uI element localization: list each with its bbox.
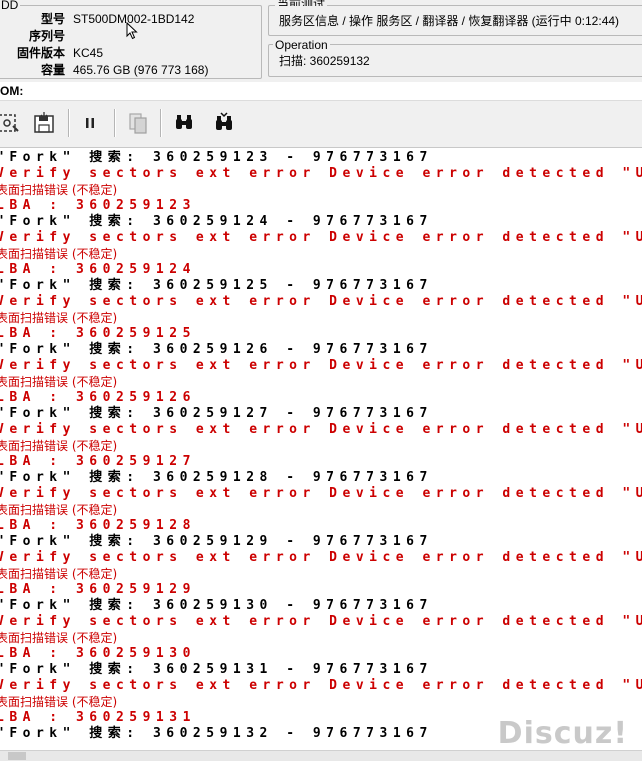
log-line: Verify sectors ext error Device error de… (0, 614, 642, 629)
save-log-button[interactable] (30, 109, 58, 137)
mouse-cursor-icon (126, 22, 138, 40)
current-test-path: 服务区信息 / 操作 服务区 / 翻译器 / 恢复翻译器 (运行中 0:12:4… (279, 14, 620, 28)
copy-button[interactable] (124, 109, 152, 137)
log-line: Verify sectors ext error Device error de… (0, 166, 642, 181)
firmware-row: 固件版本 KC45 (0, 45, 257, 62)
scrollbar-thumb[interactable] (8, 752, 26, 760)
log-line: LBA : 360259128 (0, 518, 196, 533)
log-line: 表面扫描错误 (不稳定) (0, 631, 118, 645)
log-line: "Fork" 搜索: 360259131 - 976773167 (0, 662, 433, 677)
log-line: Verify sectors ext error Device error de… (0, 678, 642, 693)
log-line: 表面扫描错误 (不稳定) (0, 375, 118, 389)
toolbar-separator (160, 109, 162, 137)
capacity-row: 容量 465.76 GB (976 773 168) (0, 62, 257, 79)
log-line: "Fork" 搜索: 360259123 - 976773167 (0, 150, 433, 165)
settings-tool-button[interactable] (0, 109, 22, 137)
hdd-groupbox: DD 型号 ST500DM002-1BD142 序列号 固件版本 KC45 容量… (0, 0, 262, 79)
log-line: 表面扫描错误 (不稳定) (0, 503, 118, 517)
om-label: OM: (0, 84, 24, 98)
log-line: Verify sectors ext error Device error de… (0, 358, 642, 373)
log-output[interactable]: "Fork" 搜索: 360259123 - 976773167 Verify s… (0, 150, 642, 750)
log-line: 表面扫描错误 (不稳定) (0, 247, 118, 261)
find-next-button[interactable] (210, 109, 238, 137)
log-line: "Fork" 搜索: 360259124 - 976773167 (0, 214, 433, 229)
log-line: "Fork" 搜索: 360259132 - 976773167 (0, 726, 433, 741)
toolbar-separator (68, 109, 70, 137)
operation-status: 扫描: 360259132 (279, 54, 370, 68)
model-label: 型号 (40, 12, 65, 26)
log-line: "Fork" 搜索: 360259128 - 976773167 (0, 470, 433, 485)
toolbar-separator (114, 109, 116, 137)
log-line: LBA : 360259130 (0, 646, 196, 661)
operation-title: Operation (273, 38, 330, 52)
toolbar (0, 100, 642, 148)
log-line: 表面扫描错误 (不稳定) (0, 567, 118, 581)
log-line: LBA : 360259125 (0, 326, 196, 341)
info-header: DD 型号 ST500DM002-1BD142 序列号 固件版本 KC45 容量… (0, 0, 642, 82)
log-line: LBA : 360259131 (0, 710, 196, 725)
log-line: "Fork" 搜索: 360259126 - 976773167 (0, 342, 433, 357)
log-line: Verify sectors ext error Device error de… (0, 230, 642, 245)
operation-groupbox: Operation 扫描: 360259132 (268, 39, 642, 77)
binoculars-next-icon (216, 112, 232, 130)
log-line: LBA : 360259123 (0, 198, 196, 213)
pause-button[interactable] (76, 109, 104, 137)
gear-icon (0, 114, 19, 132)
log-line: Verify sectors ext error Device error de… (0, 550, 642, 565)
log-line: "Fork" 搜索: 360259129 - 976773167 (0, 534, 433, 549)
pause-icon (86, 118, 94, 128)
log-line: 表面扫描错误 (不稳定) (0, 439, 118, 453)
firmware-label: 固件版本 (16, 46, 65, 60)
log-line: LBA : 360259126 (0, 390, 196, 405)
log-line: "Fork" 搜索: 360259130 - 976773167 (0, 598, 433, 613)
log-line: 表面扫描错误 (不稳定) (0, 183, 118, 197)
log-line: "Fork" 搜索: 360259125 - 976773167 (0, 278, 433, 293)
log-line: 表面扫描错误 (不稳定) (0, 311, 118, 325)
log-line: LBA : 360259127 (0, 454, 196, 469)
horizontal-scrollbar[interactable] (0, 750, 642, 761)
log-line: Verify sectors ext error Device error de… (0, 422, 642, 437)
log-line: LBA : 360259124 (0, 262, 196, 277)
copy-icon (129, 113, 147, 134)
hdd-groupbox-title: DD (0, 0, 21, 12)
watermark: Discuz! (497, 716, 628, 751)
current-test-groupbox: 当前测试 服务区信息 / 操作 服务区 / 翻译器 / 恢复翻译器 (运行中 0… (268, 0, 642, 36)
capacity-label: 容量 (40, 63, 65, 77)
firmware-value: KC45 (73, 46, 104, 60)
log-line: Verify sectors ext error Device error de… (0, 486, 642, 501)
log-line: LBA : 360259129 (0, 582, 196, 597)
binoculars-icon (176, 115, 192, 129)
capacity-value: 465.76 GB (976 773 168) (73, 63, 209, 77)
find-button[interactable] (170, 109, 198, 137)
current-test-title: 当前测试 (275, 0, 328, 6)
serial-label: 序列号 (28, 29, 65, 43)
log-line: Verify sectors ext error Device error de… (0, 294, 642, 309)
log-line: "Fork" 搜索: 360259127 - 976773167 (0, 406, 433, 421)
log-line: 表面扫描错误 (不稳定) (0, 695, 118, 709)
floppy-save-icon (34, 112, 54, 133)
